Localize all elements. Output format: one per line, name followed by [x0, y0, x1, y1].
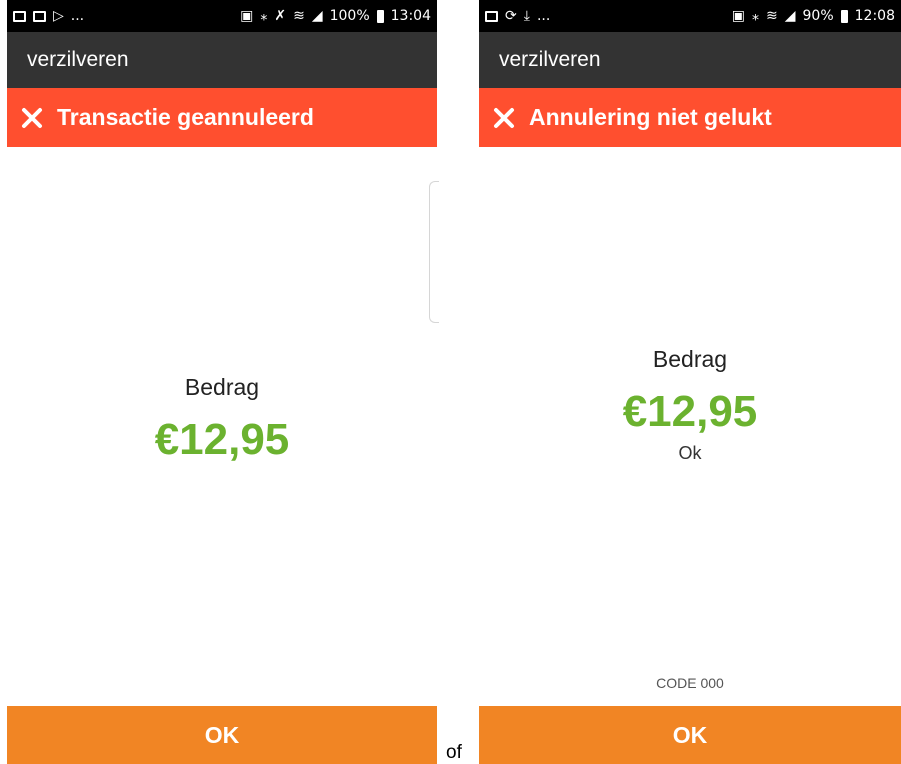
wifi-icon: ≋ — [293, 8, 305, 24]
app-bar: verzilveren — [7, 32, 437, 88]
error-message: Annulering niet gelukt — [529, 104, 772, 130]
sync-icon: ⟳ — [505, 8, 517, 24]
amount-label: Bedrag — [184, 374, 260, 400]
ok-button[interactable]: OK — [479, 706, 901, 764]
battery-percent: 90% — [802, 8, 834, 24]
battery-icon — [376, 9, 384, 23]
bluetooth-icon: ⁎ — [260, 8, 268, 24]
more-notifications: ... — [536, 8, 551, 24]
app-title: verzilveren — [499, 48, 601, 71]
amount-section: Bedrag €12,95 — [7, 374, 437, 465]
app-title: verzilveren — [27, 48, 129, 71]
mail-icon — [33, 10, 46, 22]
nfc-icon: ▣ — [240, 8, 254, 24]
mute-icon: ✗ — [274, 8, 287, 24]
battery-percent: 100% — [329, 8, 370, 24]
close-icon — [494, 107, 514, 128]
play-store-icon: ▷ — [53, 8, 64, 24]
error-banner: Annulering niet gelukt — [479, 88, 901, 147]
app-bar: verzilveren — [479, 32, 901, 88]
more-notifications: ... — [70, 8, 85, 24]
edge-panel-handle[interactable] — [429, 181, 439, 323]
amount-value: €12,95 — [154, 415, 290, 464]
image-icon — [485, 10, 498, 22]
bluetooth-icon: ⁎ — [752, 8, 759, 24]
clock: 13:04 — [390, 8, 431, 24]
error-banner: Transactie geannuleerd — [7, 88, 437, 147]
status-text: Ok — [678, 443, 702, 463]
download-icon: ⤓ — [523, 8, 530, 24]
image-icon — [13, 10, 26, 22]
signal-icon: ◢ — [311, 8, 323, 24]
error-message: Transactie geannuleerd — [57, 104, 314, 130]
wifi-icon: ≋ — [766, 8, 778, 24]
close-icon — [22, 107, 42, 128]
result-code: CODE 000 — [656, 675, 724, 691]
amount-label: Bedrag — [652, 346, 728, 372]
amount-value: €12,95 — [622, 387, 758, 436]
screen-cancel-failed: ⟳ ⤓ ... ▣ ⁎ ≋ ◢ 90% 12:08 verzilveren An… — [479, 0, 901, 764]
battery-icon — [840, 9, 848, 23]
amount-section: Bedrag €12,95 Ok — [479, 346, 901, 464]
signal-icon: ◢ — [784, 8, 796, 24]
status-bar: ⟳ ⤓ ... ▣ ⁎ ≋ ◢ 90% 12:08 — [479, 0, 901, 32]
nfc-icon: ▣ — [731, 8, 745, 24]
status-bar: ▷ ... ▣ ⁎ ✗ ≋ ◢ 100% 13:04 — [7, 0, 437, 32]
separator-label: of — [446, 742, 462, 763]
clock: 12:08 — [854, 8, 895, 24]
screen-transaction-cancelled: ▷ ... ▣ ⁎ ✗ ≋ ◢ 100% 13:04 verzilveren T… — [7, 0, 437, 764]
ok-button[interactable]: OK — [7, 706, 437, 764]
